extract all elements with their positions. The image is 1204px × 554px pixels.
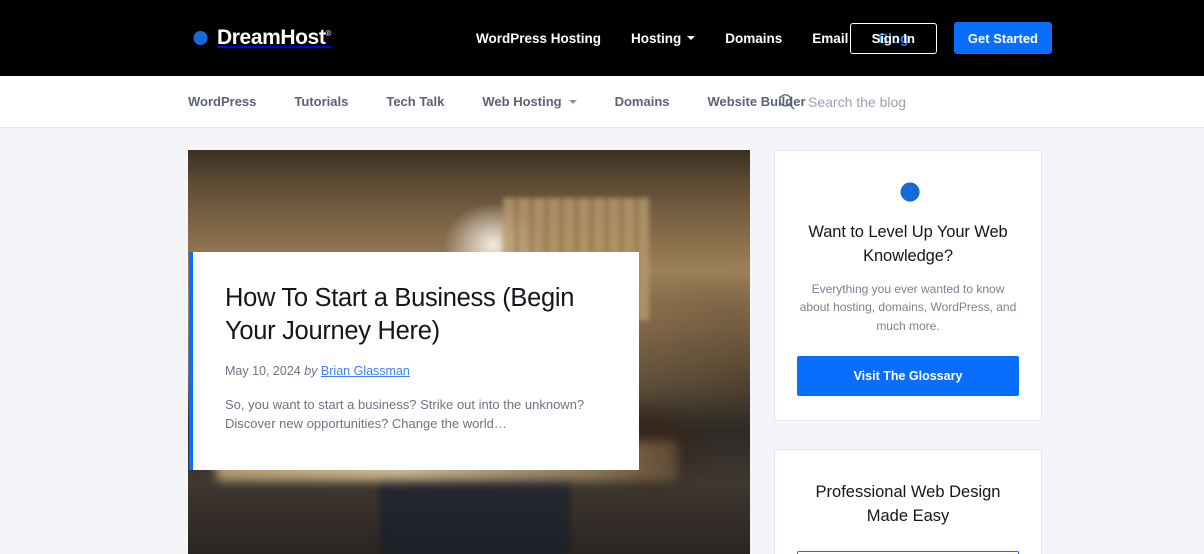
- visit-glossary-button[interactable]: Visit The Glossary: [797, 355, 1019, 396]
- subnav-label: WordPress: [188, 94, 257, 109]
- blog-search[interactable]: [777, 92, 1028, 111]
- chevron-down-icon: [568, 99, 577, 104]
- subnav-item-tech-talk[interactable]: Tech Talk: [386, 94, 444, 109]
- blog-subnav: WordPress Tutorials Tech Talk Web Hostin…: [0, 76, 1204, 128]
- nav-label: WordPress Hosting: [476, 30, 602, 46]
- main-content: How To Start a Business (Begin Your Jour…: [0, 128, 1204, 554]
- primary-nav: WordPress Hosting Hosting Domains Email …: [476, 31, 908, 46]
- subnav-label: Domains: [614, 94, 670, 109]
- subnav-item-web-hosting[interactable]: Web Hosting: [482, 94, 577, 109]
- get-started-button[interactable]: Get Started: [953, 22, 1052, 54]
- subnav-label: Tutorials: [294, 94, 349, 109]
- logo-wordmark: DreamHost®: [217, 26, 331, 49]
- logo-trademark: ®: [325, 29, 331, 38]
- subnav-label: Web Hosting: [482, 94, 562, 109]
- nav-label: Domains: [725, 30, 783, 46]
- subnav-item-domains[interactable]: Domains: [615, 94, 670, 109]
- subnav-label: Tech Talk: [386, 94, 445, 109]
- search-icon[interactable]: [777, 92, 796, 111]
- nav-item-domains[interactable]: Domains: [725, 31, 782, 46]
- subnav-item-wordpress[interactable]: WordPress: [188, 94, 256, 109]
- nav-item-wordpress-hosting[interactable]: WordPress Hosting: [476, 31, 601, 46]
- design-card-heading: Professional Web Design Made Easy: [815, 482, 1001, 526]
- sidebar: Want to Level Up Your Web Knowledge? Eve…: [774, 150, 1042, 554]
- nav-label: Email: [812, 30, 849, 46]
- nav-item-email[interactable]: Email: [812, 31, 848, 46]
- by-word: by: [304, 364, 318, 379]
- subnav-links: WordPress Tutorials Tech Talk Web Hostin…: [188, 94, 806, 109]
- dreamhost-logo-icon: [894, 178, 920, 206]
- nav-label: Hosting: [631, 30, 682, 46]
- glossary-promo-card: Want to Level Up Your Web Knowledge? Eve…: [774, 150, 1042, 421]
- dreamhost-logo[interactable]: DreamHost®: [188, 26, 331, 50]
- featured-post[interactable]: How To Start a Business (Begin Your Jour…: [188, 150, 750, 554]
- chevron-down-icon: [687, 36, 696, 40]
- featured-post-title: How To Start a Business (Begin Your Jour…: [225, 284, 575, 345]
- post-date: May 10, 2024: [225, 364, 301, 379]
- featured-post-card: How To Start a Business (Begin Your Jour…: [189, 252, 639, 470]
- web-design-promo-card: Professional Web Design Made Easy Get A …: [774, 448, 1042, 554]
- search-input[interactable]: [808, 93, 1028, 110]
- featured-post-meta: May 10, 2024 by Brian Glassman: [225, 364, 605, 378]
- header-actions: Sign In Get Started: [849, 22, 1052, 54]
- subnav-item-tutorials[interactable]: Tutorials: [294, 94, 348, 109]
- glossary-card-heading: Want to Level Up Your Web Knowledge?: [808, 223, 1008, 265]
- post-author-link[interactable]: Brian Glassman: [321, 364, 410, 378]
- nav-item-hosting[interactable]: Hosting: [631, 30, 696, 46]
- featured-post-excerpt: So, you want to start a business? Strike…: [225, 397, 585, 432]
- dreamhost-logo-icon: [189, 28, 208, 48]
- site-header: DreamHost® WordPress Hosting Hosting Dom…: [0, 0, 1204, 76]
- sign-in-button[interactable]: Sign In: [849, 22, 937, 54]
- glossary-card-body: Everything you ever wanted to know about…: [799, 281, 1017, 334]
